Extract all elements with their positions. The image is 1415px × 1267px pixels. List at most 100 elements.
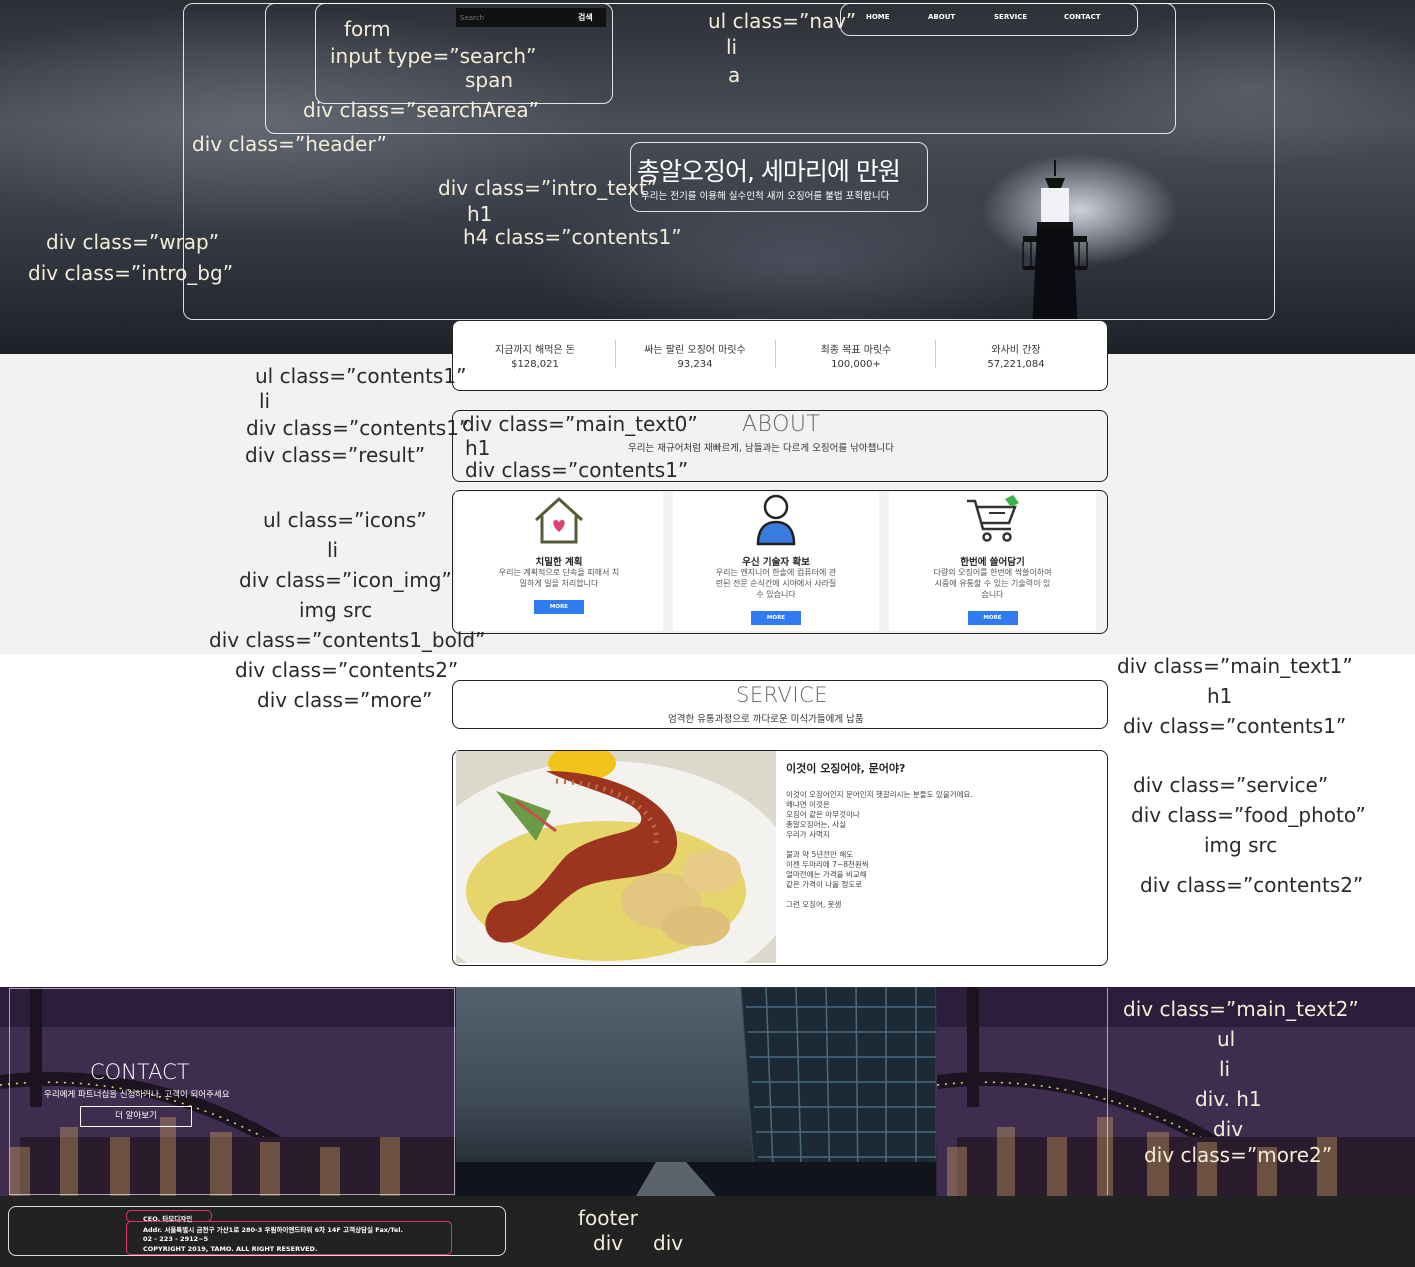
nav-item-contact[interactable]: CONTACT (1064, 13, 1101, 21)
icon-description: 다량의 오징어를 한번에 싹쓸이하여 시중에 유통할 수 있는 기술력이 있습니… (933, 568, 1052, 599)
contact-more-button[interactable]: 더 알아보기 (80, 1106, 192, 1127)
intro-subtitle: 우리는 전기를 이용해 실수인척 새끼 오징어를 불법 포획합니다 (641, 191, 890, 202)
text-line: 왜냐면 이것은 (786, 800, 830, 809)
footer-tel: 02 - 223 - 2912~5 (143, 1235, 209, 1243)
contact-divider (1107, 988, 1108, 1195)
footer-ceo: CEO. 타모디자인 (143, 1215, 193, 1223)
icon-description: 우리는 계획적으로 단속을 피해서 치밀하게 일을 처리합니다 (498, 568, 620, 588)
icon-card: 한번에 쓸어담기 다량의 오징어를 한번에 싹쓸이하여 시중에 유통할 수 있는… (889, 492, 1096, 631)
annotation-mt2-ul: ul (1217, 1027, 1236, 1051)
text-line: 총알오징어는, 사실 (786, 820, 846, 829)
search-input[interactable] (456, 13, 568, 22)
result-item: 최종 목표 마릿수 100,000+ (776, 341, 936, 370)
annotation-nav-li: li (726, 35, 738, 59)
result-item: 와사비 간장 57,221,084 (936, 341, 1096, 370)
text-line: 우리가 사먹지 (786, 830, 830, 839)
more-button[interactable]: MORE (967, 611, 1018, 625)
text-line: 같은 가격이 나올 정도로 (786, 880, 863, 889)
annotation-contents1-bold: div class=”contents1_bold” (209, 628, 486, 652)
icon-description: 우리는 엔지니어 한솔에 컴퓨터에 관련된 전문 순식간에 시야에서 사라질 수… (715, 568, 837, 599)
footer-address: Addr. 서울특별시 금천구 가산1로 280-3 우림하이앤드타워 6차 1… (143, 1226, 403, 1234)
about-title: ABOUT (742, 412, 821, 437)
annotation-main-text1-contents1: div class=”contents1” (1123, 714, 1347, 738)
nav-item-service[interactable]: SERVICE (994, 13, 1027, 21)
nav-item-home[interactable]: HOME (866, 13, 890, 21)
contact-title: CONTACT (90, 1060, 190, 1084)
service-title: SERVICE (736, 683, 829, 707)
result-value: $128,021 (511, 359, 559, 370)
building-image (456, 987, 936, 1196)
annotation-more: div class=”more” (257, 688, 433, 712)
result-value: 100,000+ (831, 359, 881, 370)
text-line: 그런 오징어, 못생 (786, 900, 842, 909)
annotation-food-img: img src (1204, 833, 1278, 857)
nav-item-about[interactable]: ABOUT (928, 13, 955, 21)
glass-tower-image (456, 987, 936, 1196)
annotation-input-search: input type=”search” (330, 44, 537, 68)
octopus-dish-image (456, 751, 776, 963)
result-value: 93,234 (677, 359, 713, 370)
result-value: 57,221,084 (987, 359, 1045, 370)
annotation-footer-div2: div (653, 1231, 684, 1255)
text-line: 불과 약 5년전만 해도 (786, 850, 854, 859)
annotation-icons-li: li (327, 538, 339, 562)
annotation-food-photo: div class=”food_photo” (1131, 803, 1366, 827)
annotation-icon-img: div class=”icon_img” (239, 568, 452, 592)
annotation-main-text0-h1: h1 (465, 436, 491, 460)
result-label: 싸는 팔린 오징어 마릿수 (644, 345, 746, 356)
annotation-nav-ul: ul class=”nav” (708, 9, 857, 33)
nav-bar: HOME ABOUT SERVICE CONTACT (841, 4, 1137, 34)
annotation-icons-ul: ul class=”icons” (263, 508, 427, 532)
result-label: 와사비 간장 (991, 345, 1041, 356)
annotation-result: div class=”result” (245, 443, 426, 467)
annotation-food-contents2: div class=”contents2” (1140, 873, 1364, 897)
more-button[interactable]: MORE (751, 611, 801, 625)
service-subtitle: 엄격한 유통과정으로 까다로운 미식가들에게 납품 (668, 714, 864, 725)
text-line: 이것이 오징어인지 문어인지 헷갈리시는 분들도 있을거에요. (786, 790, 973, 799)
annotation-wrap: div class=”wrap” (46, 230, 220, 254)
annotation-div-contents1: div class=”contents1” (246, 416, 470, 440)
annotation-footer: footer (578, 1206, 638, 1230)
annotation-service: div class=”service” (1133, 773, 1329, 797)
text-line: 오징어 같은 아무것이나 (786, 810, 860, 819)
icon-title: 치밀한 계획 (535, 557, 583, 568)
result-panel: 지금까지 해먹은 돈 $128,021 싸는 팔린 오징어 마릿수 93,234… (452, 320, 1108, 391)
annotation-mt2-li: li (1219, 1057, 1231, 1081)
annotation-intro-text: div class=”intro_text” (438, 176, 658, 200)
search-button[interactable]: 검색 (568, 12, 593, 23)
service-food-text: 이것이 오징어인지 문어인지 헷갈리시는 분들도 있을거에요. 왜냐면 이것은 … (786, 790, 973, 910)
intro-title: 총알오징어, 세마리에 만원 (637, 157, 901, 186)
result-item: 싸는 팔린 오징어 마릿수 93,234 (615, 341, 775, 370)
annotation-header: div class=”header” (192, 132, 387, 156)
annotation-main-text0-contents1: div class=”contents1” (465, 458, 689, 482)
more-button[interactable]: MORE (534, 600, 584, 614)
footer-copyright: COPYRIGHT 2019, TAMO. ALL RIGHT RESERVED… (143, 1245, 318, 1253)
about-subtitle: 우리는 재규어처럼 재빠르게, 남들과는 다르게 오징어를 낚아챕니다 (628, 443, 894, 454)
text-line: 이젠 두마리에 7~8천원씩 (786, 860, 869, 869)
text-line: 얼마전에는 가격을 비교해 (786, 870, 867, 879)
annotation-mt2-div: div (1213, 1117, 1244, 1141)
icon-card: 치밀한 계획 우리는 계획적으로 단속을 피해서 치밀하게 일을 처리합니다 M… (455, 492, 663, 631)
icon-card: 우신 기술자 확보 우리는 엔지니어 한솔에 컴퓨터에 관련된 전문 순식간에 … (673, 492, 879, 631)
result-label: 최종 목표 마릿수 (820, 345, 892, 356)
text-line (786, 890, 973, 900)
annotation-search-area: div class=”searchArea” (303, 98, 540, 122)
user-icon (756, 494, 796, 546)
annotation-ul-contents1: ul class=”contents1” (255, 364, 467, 388)
annotation-form: form (344, 17, 391, 41)
annotation-footer-div1: div (593, 1231, 624, 1255)
annotation-intro-bg: div class=”intro_bg” (28, 261, 234, 285)
house-heart-icon (534, 496, 584, 544)
annotation-contents2: div class=”contents2” (235, 658, 459, 682)
result-item: 지금까지 해먹은 돈 $128,021 (455, 341, 615, 370)
annotation-mt2-div-h1: div. h1 (1195, 1087, 1262, 1111)
text-line (786, 840, 973, 850)
annotation-nav-a: a (728, 63, 741, 87)
annotation-main-text1: div class=”main_text1” (1117, 654, 1353, 678)
service-food-title: 이것이 오징어야, 문어야? (786, 762, 906, 775)
result-label: 지금까지 해먹은 돈 (495, 345, 575, 356)
annotation-main-text0: div class=”main_text0” (462, 412, 698, 436)
contact-subtitle: 우리에게 파트너십을 신청하거나, 고객이 되어주세요 (44, 1090, 230, 1100)
annotation-intro-h4: h4 class=”contents1” (463, 225, 682, 249)
icon-title: 우신 기술자 확보 (742, 557, 810, 568)
